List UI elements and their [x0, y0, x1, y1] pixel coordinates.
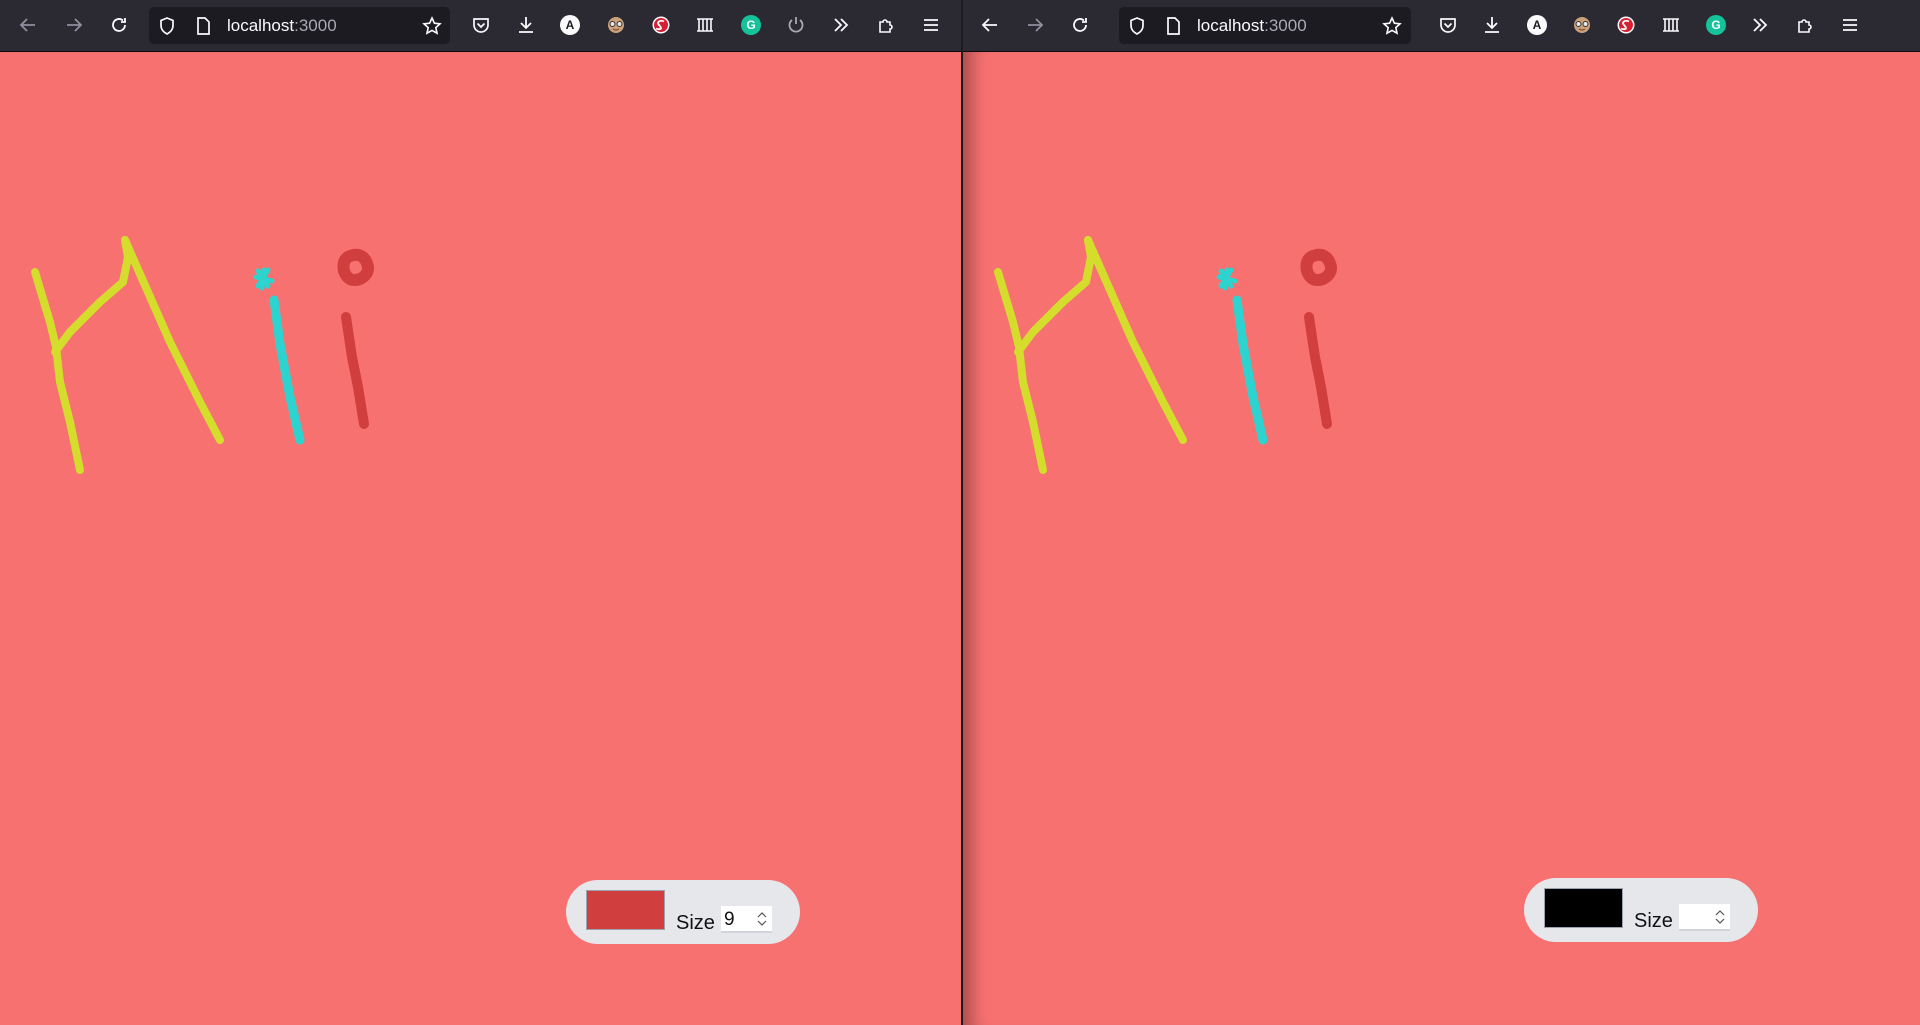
menu-icon[interactable] [918, 12, 944, 38]
browser-window-right: localhost:3000 A G Size [963, 0, 1920, 1025]
drawing-letter-i-2 [337, 248, 374, 429]
star-icon[interactable] [419, 13, 445, 39]
drawing-letter-h [31, 236, 224, 474]
grammarly-icon[interactable]: G [738, 12, 764, 38]
pocket-icon[interactable] [468, 12, 494, 38]
back-icon[interactable] [15, 12, 41, 38]
url-bar[interactable]: localhost:3000 [1119, 7, 1411, 44]
forward-icon[interactable] [61, 12, 87, 38]
drawing-letter-h [994, 236, 1187, 474]
extension-grid-icon[interactable] [692, 12, 718, 38]
drawing-letter-i-1 [253, 267, 305, 445]
reload-icon[interactable] [106, 12, 132, 38]
shield-icon[interactable] [154, 13, 180, 39]
shield-icon[interactable] [1124, 13, 1150, 39]
drawing-toolbar: Size 9 [566, 880, 800, 944]
extension-face-icon[interactable] [603, 12, 629, 38]
browser-window-left: localhost:3000 A G Size 9 [0, 0, 961, 1025]
spinner-icon[interactable] [1714, 907, 1726, 927]
page-icon [190, 13, 216, 39]
size-label: Size [1634, 910, 1673, 932]
extension-s-icon[interactable] [648, 12, 674, 38]
size-value: 9 [724, 909, 735, 930]
browser-toolbar: localhost:3000 A G [0, 0, 961, 52]
extension-face-icon[interactable] [1569, 12, 1595, 38]
color-picker[interactable] [1544, 888, 1623, 928]
page-icon [1160, 13, 1186, 39]
size-input[interactable]: 9 [721, 906, 772, 933]
grammarly-icon[interactable]: G [1703, 12, 1729, 38]
url-bar[interactable]: localhost:3000 [149, 7, 450, 44]
star-icon[interactable] [1379, 13, 1405, 39]
menu-icon[interactable] [1837, 12, 1863, 38]
page-content: Size 9 [0, 52, 961, 1025]
color-picker[interactable] [586, 890, 665, 930]
download-icon[interactable] [513, 12, 539, 38]
back-icon[interactable] [977, 12, 1003, 38]
overflow-chevron-icon[interactable] [1747, 12, 1773, 38]
download-icon[interactable] [1479, 12, 1505, 38]
power-icon[interactable] [783, 12, 809, 38]
drawing-letter-i-1 [1216, 267, 1268, 445]
drawing-canvas[interactable] [963, 52, 1920, 1025]
extensions-puzzle-icon[interactable] [873, 12, 899, 38]
extension-s-icon[interactable] [1613, 12, 1639, 38]
url-text[interactable]: localhost:3000 [227, 16, 337, 36]
pocket-icon[interactable] [1435, 12, 1461, 38]
forward-icon[interactable] [1022, 12, 1048, 38]
browser-toolbar: localhost:3000 A G [963, 0, 1920, 52]
drawing-letter-i-2 [1300, 248, 1337, 429]
extensions-puzzle-icon[interactable] [1792, 12, 1818, 38]
spinner-icon[interactable] [756, 909, 768, 929]
drawing-canvas[interactable] [0, 52, 961, 1025]
reload-icon[interactable] [1067, 12, 1093, 38]
size-input[interactable] [1679, 904, 1730, 931]
drawing-toolbar: Size [1524, 878, 1758, 942]
overflow-chevron-icon[interactable] [828, 12, 854, 38]
extension-grid-icon[interactable] [1658, 12, 1684, 38]
extension-a-icon[interactable]: A [557, 12, 583, 38]
page-content: Size [963, 52, 1920, 1025]
extension-a-icon[interactable]: A [1524, 12, 1550, 38]
url-text[interactable]: localhost:3000 [1197, 16, 1307, 36]
size-label: Size [676, 912, 715, 934]
